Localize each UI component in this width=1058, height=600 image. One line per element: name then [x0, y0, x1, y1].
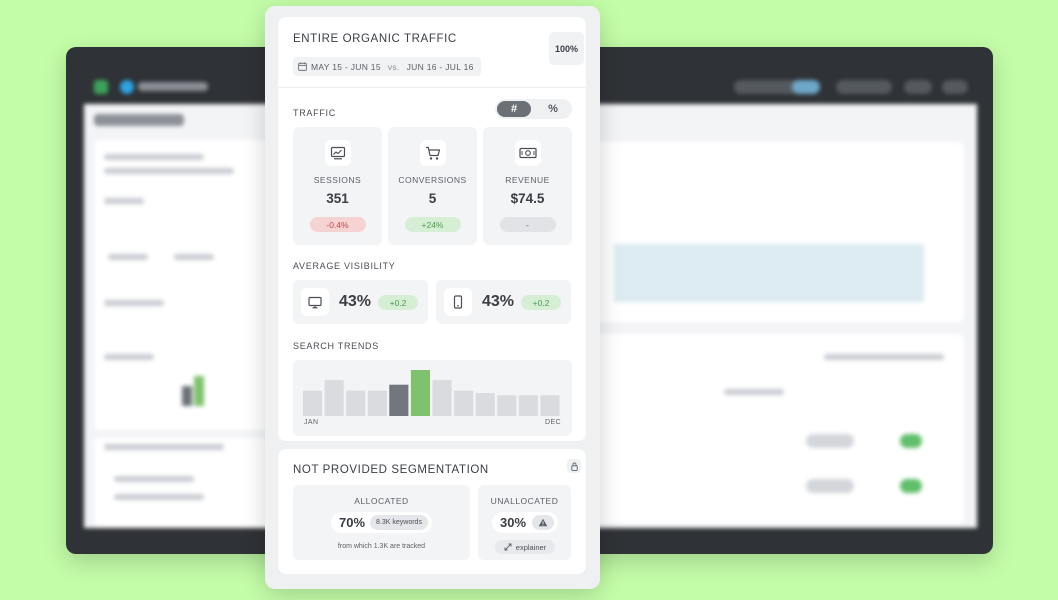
trend-bar-may	[389, 384, 409, 416]
unit-toggle[interactable]: # %	[495, 99, 572, 119]
expand-arrows-icon	[504, 543, 512, 551]
visibility-value: 43%	[482, 293, 515, 310]
keywords-badge: 8.3K keywords	[370, 515, 428, 530]
app-logo-icon	[94, 80, 108, 94]
trend-bar-nov	[518, 395, 538, 416]
visibility-mobile[interactable]: 43% +0.2	[436, 280, 571, 324]
mobile-icon	[444, 288, 472, 316]
shopping-cart-icon	[420, 140, 446, 166]
date-range-selector[interactable]: MAY 15 - JUN 15 vs. JUN 16 - JUL 16	[293, 57, 481, 76]
previous-date-range: JUN 16 - JUL 16	[406, 61, 474, 72]
search-trends-chart: JAN DEC	[293, 360, 572, 436]
allocated-value-pill: 70% 8.3K keywords	[331, 512, 432, 533]
unallocated-box[interactable]: UNALLOCATED 30% explainer	[478, 485, 571, 560]
current-date-range: MAY 15 - JUN 15	[311, 61, 381, 72]
desktop-icon	[301, 288, 329, 316]
globe-icon	[120, 80, 134, 94]
trend-bar-dec	[540, 395, 560, 416]
toggle-percent[interactable]: %	[536, 101, 570, 117]
allocated-label: ALLOCATED	[354, 496, 409, 506]
trend-bar-sep	[475, 393, 495, 416]
completeness-badge[interactable]: 100%	[549, 32, 584, 65]
lock-icon[interactable]	[567, 459, 581, 473]
metric-value: 351	[326, 191, 349, 206]
background-page-title	[94, 114, 184, 126]
trend-bar-jun	[410, 370, 430, 416]
organic-traffic-panel: ENTIRE ORGANIC TRAFFIC 100% MAY 15 - JUN…	[265, 6, 600, 589]
metric-change-badge: -0.4%	[309, 217, 366, 232]
metric-label: CONVERSIONS	[398, 175, 467, 185]
visibility-value: 43%	[339, 293, 372, 310]
visibility-delta-badge: +0.2	[521, 295, 561, 310]
trend-bar-aug	[454, 390, 474, 416]
trend-bar-jul	[432, 380, 452, 416]
metric-change-badge: -	[499, 217, 556, 232]
tracked-note: from which 1.3K are tracked	[337, 543, 426, 550]
unallocated-value: 30%	[500, 515, 527, 530]
metric-label: REVENUE	[505, 175, 550, 185]
axis-start-label: JAN	[304, 419, 319, 426]
metric-label: SESSIONS	[313, 175, 362, 185]
money-bill-icon	[515, 140, 541, 166]
metric-value: $74.5	[510, 191, 545, 206]
calendar-icon	[298, 62, 307, 71]
metric-value: 5	[428, 191, 437, 206]
trend-bar-jan	[303, 390, 323, 416]
trend-bar-mar	[346, 390, 366, 416]
allocated-value: 70%	[339, 515, 366, 530]
traffic-card: ENTIRE ORGANIC TRAFFIC 100% MAY 15 - JUN…	[278, 17, 586, 441]
unallocated-value-pill: 30%	[492, 512, 559, 533]
visibility-desktop[interactable]: 43% +0.2	[293, 280, 428, 324]
segmentation-card: NOT PROVIDED SEGMENTATION ALLOCATED 70% …	[278, 449, 586, 574]
metric-sessions[interactable]: SESSIONS 351 -0.4%	[293, 127, 382, 245]
warning-icon	[532, 515, 555, 530]
segmentation-title: NOT PROVIDED SEGMENTATION	[293, 464, 489, 476]
visibility-section-label: AVERAGE VISIBILITY	[293, 261, 396, 271]
trend-bar-feb	[324, 380, 344, 416]
metric-change-badge: +24%	[404, 217, 461, 232]
traffic-section-label: TRAFFIC	[293, 108, 336, 118]
search-trends-label: SEARCH TRENDS	[293, 341, 379, 351]
search-trends-svg	[303, 370, 560, 416]
unallocated-label: UNALLOCATED	[490, 496, 559, 506]
metric-conversions[interactable]: CONVERSIONS 5 +24%	[388, 127, 477, 245]
toggle-absolute[interactable]: #	[497, 101, 531, 117]
panel-title: ENTIRE ORGANIC TRAFFIC	[293, 33, 457, 45]
visibility-delta-badge: +0.2	[378, 295, 418, 310]
vs-label: vs.	[387, 61, 400, 72]
trend-bar-apr	[367, 390, 387, 416]
metric-revenue[interactable]: REVENUE $74.5 -	[483, 127, 572, 245]
chart-window-icon	[325, 140, 351, 166]
explainer-label: explainer	[515, 542, 547, 552]
trend-bar-oct	[497, 395, 517, 416]
explainer-link[interactable]: explainer	[495, 540, 555, 554]
axis-end-label: DEC	[545, 419, 561, 426]
allocated-box[interactable]: ALLOCATED 70% 8.3K keywords from which 1…	[293, 485, 470, 560]
